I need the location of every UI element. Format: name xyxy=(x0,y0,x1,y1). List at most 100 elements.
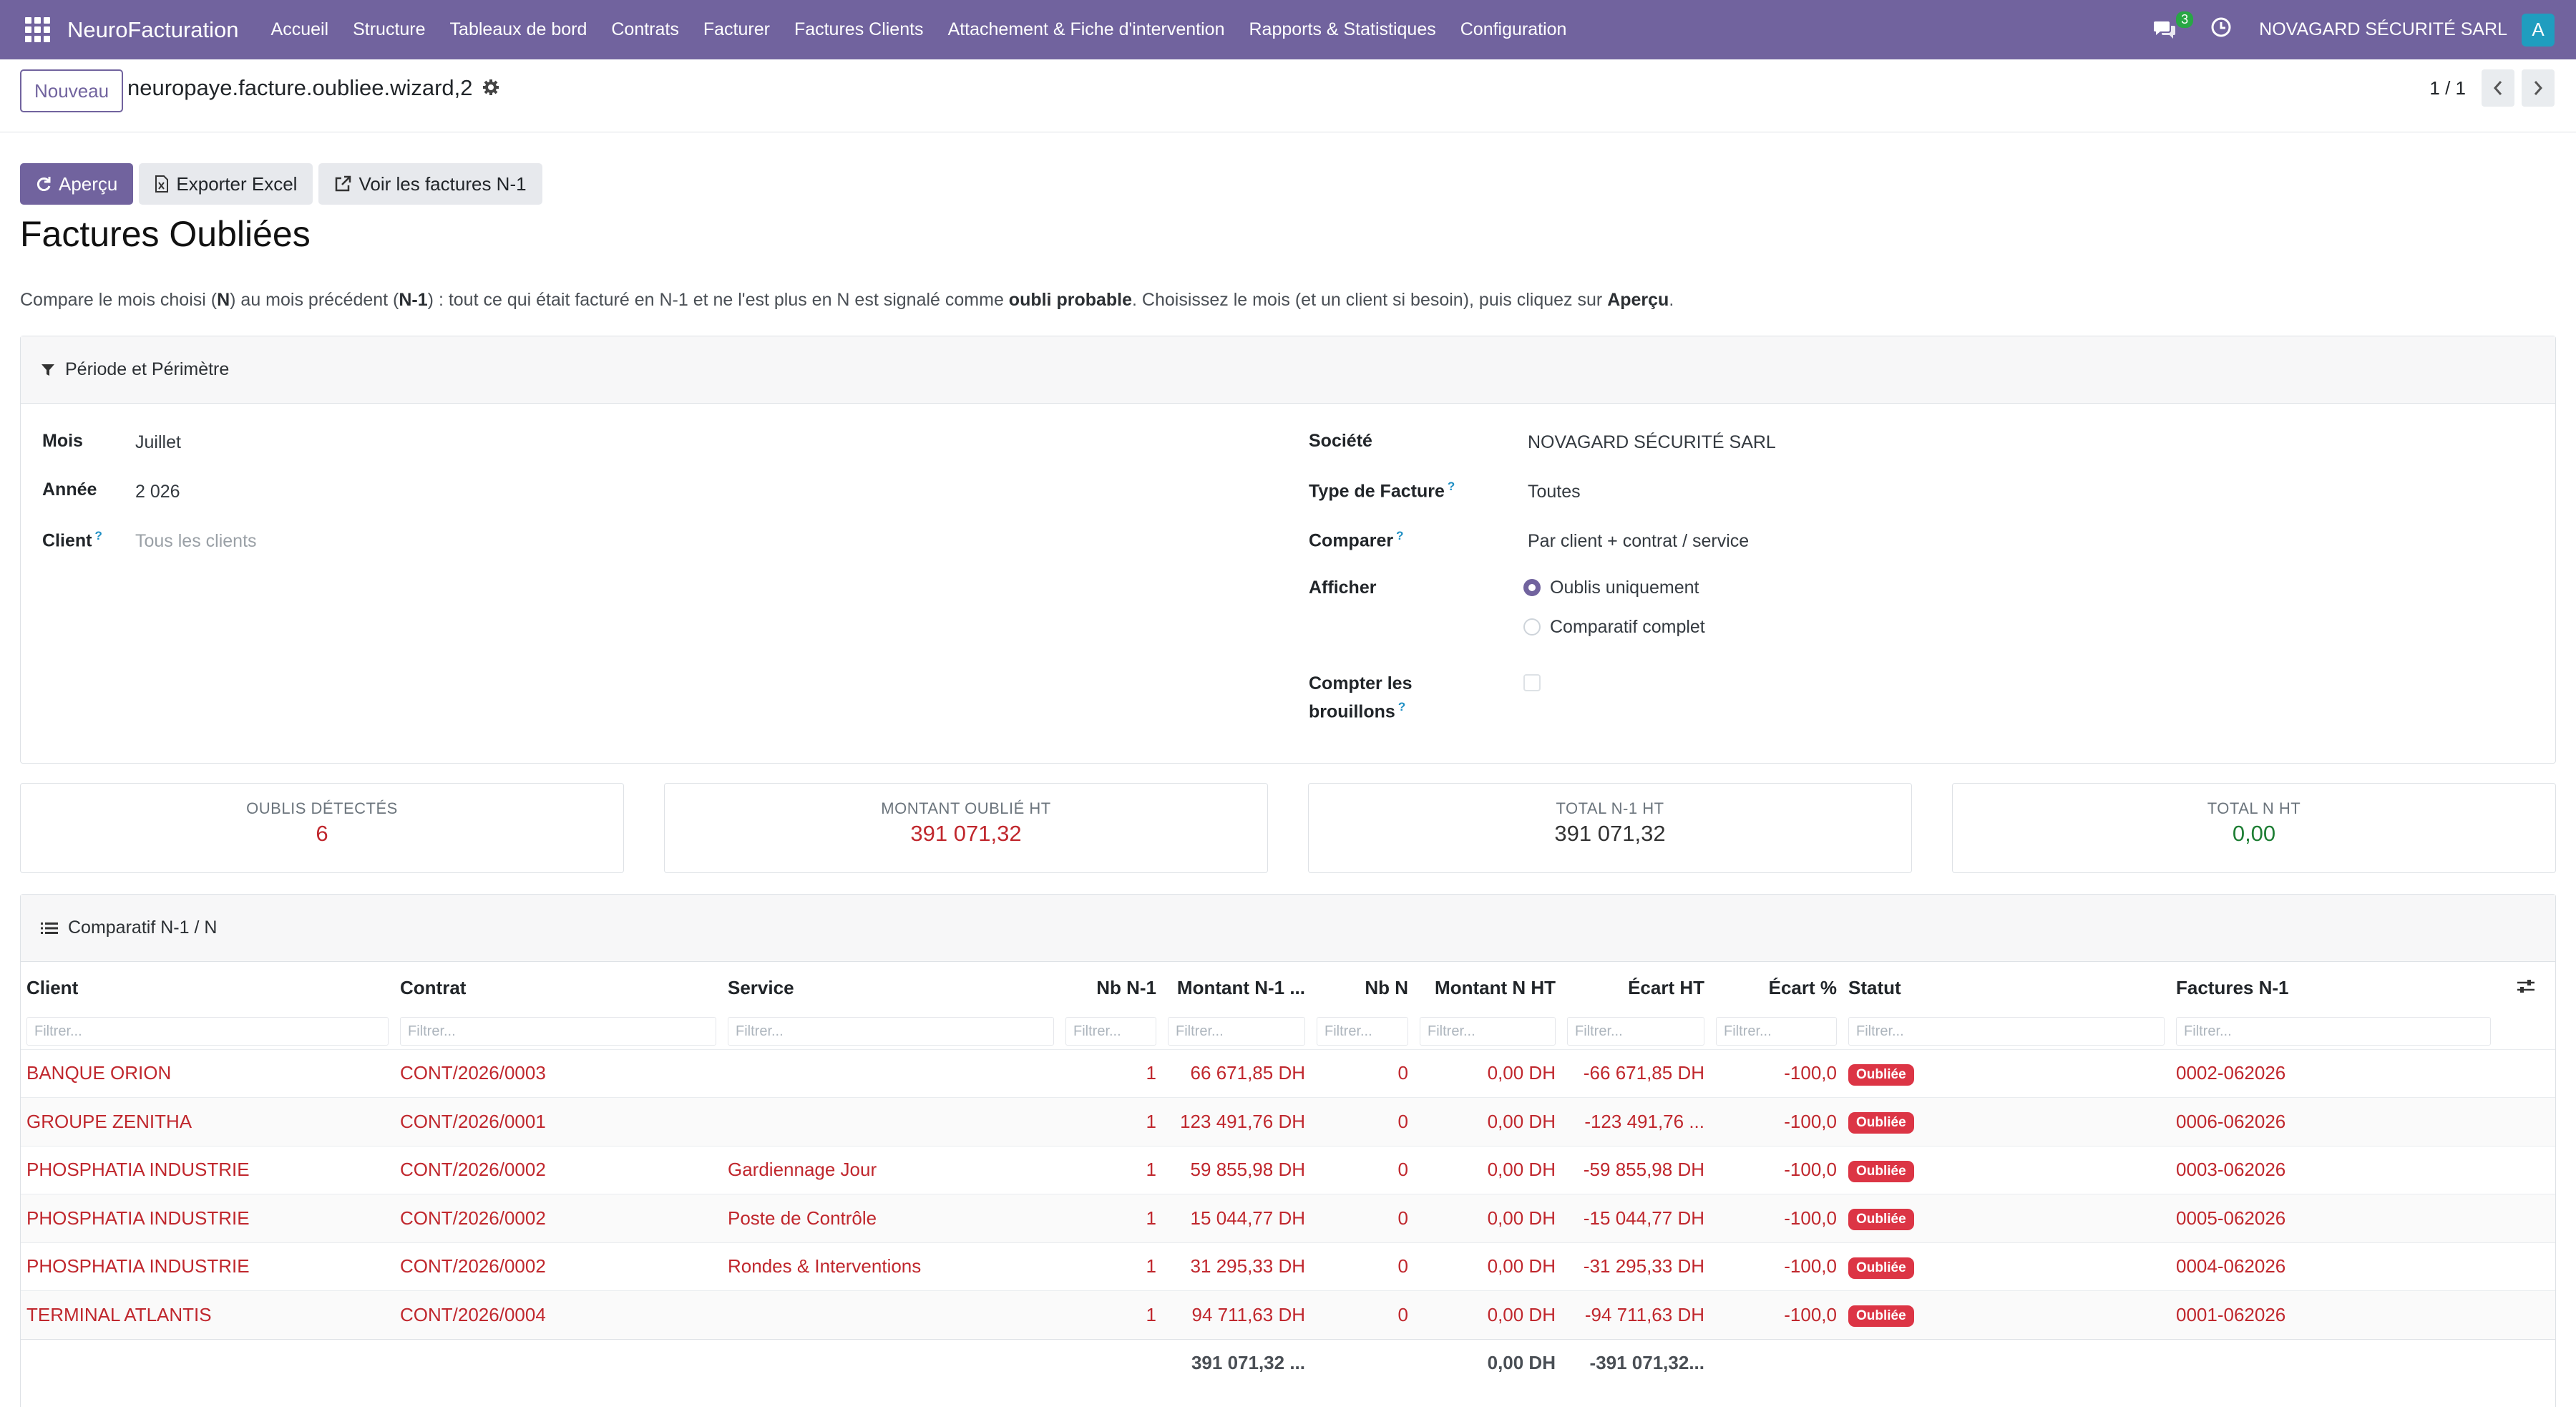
cell-ecart-ht: -123 491,76 ... xyxy=(1561,1097,1710,1146)
column-header-service[interactable]: Service xyxy=(722,962,1060,1013)
cell-factures-n1: 0006-062026 xyxy=(2170,1097,2497,1146)
comparison-title: Comparatif N-1 / N xyxy=(68,917,218,938)
table-row[interactable]: PHOSPHATIA INDUSTRIE CONT/2026/0002 Gard… xyxy=(21,1145,2555,1194)
chat-icon[interactable]: 3 xyxy=(2150,11,2194,44)
export-excel-button[interactable]: Exporter Excel xyxy=(139,163,313,205)
period-scope-header: Période et Périmètre xyxy=(21,336,2555,404)
filter-input-contrat[interactable]: Filtrer... xyxy=(400,1016,716,1046)
help-icon[interactable]: ? xyxy=(94,529,102,542)
table-row[interactable]: PHOSPHATIA INDUSTRIE CONT/2026/0002 Rond… xyxy=(21,1242,2555,1291)
radio-oublis-uniquement[interactable] xyxy=(1523,579,1541,596)
gear-icon[interactable] xyxy=(482,75,499,101)
breadcrumb: neuropaye.facture.oubliee.wizard,2 xyxy=(127,75,499,101)
type-facture-field[interactable]: Toutes xyxy=(1528,482,1581,502)
intro-text-part: Compare le mois choisi ( xyxy=(20,290,218,310)
table-row[interactable]: TERMINAL ATLANTIS CONT/2026/0004 1 94 71… xyxy=(21,1290,2555,1339)
view-n1-invoices-button[interactable]: Voir les factures N-1 xyxy=(318,163,542,205)
column-header-client[interactable]: Client xyxy=(21,962,394,1013)
compter-brouillons-label: Compter les brouillons? xyxy=(1309,673,1412,722)
mois-field[interactable]: Juillet xyxy=(135,432,181,453)
column-header-ecart-ht[interactable]: Écart HT xyxy=(1561,962,1710,1013)
column-header-montant-n[interactable]: Montant N HT xyxy=(1414,962,1561,1013)
menu-item-accueil[interactable]: Accueil xyxy=(259,19,341,40)
menu-item-tableaux-de-bord[interactable]: Tableaux de bord xyxy=(438,19,600,40)
client-label: Client? xyxy=(42,529,102,551)
cell-statut: Oubliée xyxy=(1843,1048,2170,1098)
view-n1-invoices-label: Voir les factures N-1 xyxy=(358,172,527,195)
societe-field[interactable]: NOVAGARD SÉCURITÉ SARL xyxy=(1528,432,1776,453)
filter-input-ecart-pct[interactable]: Filtrer... xyxy=(1716,1016,1837,1046)
menu-item-factures-clients[interactable]: Factures Clients xyxy=(782,19,936,40)
cell-ecart-pct: -100,0 xyxy=(1710,1290,1843,1339)
cell-factures-n1: 0005-062026 xyxy=(2170,1194,2497,1242)
comparison-table: Client Contrat Service Nb N-1 Montant N-… xyxy=(21,962,2555,1386)
cell-contrat: CONT/2026/0002 xyxy=(394,1242,722,1291)
menu-item-facturer[interactable]: Facturer xyxy=(691,19,782,40)
radio-comparatif-complet[interactable] xyxy=(1523,618,1541,636)
kpi-value: 6 xyxy=(316,821,328,846)
column-header-nb-n[interactable]: Nb N xyxy=(1311,962,1414,1013)
compter-brouillons-checkbox[interactable] xyxy=(1523,674,1541,691)
status-badge: Oubliée xyxy=(1848,1257,1914,1279)
table-row[interactable]: BANQUE ORION CONT/2026/0003 1 66 671,85 … xyxy=(21,1048,2555,1098)
table-row[interactable]: PHOSPHATIA INDUSTRIE CONT/2026/0002 Post… xyxy=(21,1194,2555,1242)
user-avatar[interactable]: A xyxy=(2522,13,2555,47)
column-header-ecart-pct[interactable]: Écart % xyxy=(1710,962,1843,1013)
menu-item-rapports[interactable]: Rapports & Statistiques xyxy=(1237,19,1448,40)
pager: 1 / 1 xyxy=(2429,69,2555,107)
mois-label: Mois xyxy=(42,431,83,451)
cell-client: GROUPE ZENITHA xyxy=(21,1097,394,1146)
cell-ecart-pct: -100,0 xyxy=(1710,1242,1843,1291)
preview-button[interactable]: Aperçu xyxy=(20,163,134,205)
filter-icon xyxy=(42,364,54,376)
filter-input-client[interactable]: Filtrer... xyxy=(26,1016,389,1046)
pager-previous-button[interactable] xyxy=(2482,69,2514,107)
client-field[interactable]: Tous les clients xyxy=(135,531,257,552)
cell-ecart-pct: -100,0 xyxy=(1710,1097,1843,1146)
pager-next-button[interactable] xyxy=(2522,69,2555,107)
cell-statut: Oubliée xyxy=(1843,1194,2170,1242)
menu-item-contrats[interactable]: Contrats xyxy=(599,19,691,40)
radio-oublis-uniquement-label[interactable]: Oublis uniquement xyxy=(1550,578,1699,598)
filter-input-nb-n1[interactable]: Filtrer... xyxy=(1065,1016,1156,1046)
new-button[interactable]: Nouveau xyxy=(20,69,124,112)
filter-input-statut[interactable]: Filtrer... xyxy=(1848,1016,2165,1046)
menu-item-attachement[interactable]: Attachement & Fiche d'intervention xyxy=(936,19,1237,40)
navbar-systray: 3 NOVAGARD SÉCURITÉ SARL A xyxy=(2150,0,2555,59)
help-icon[interactable]: ? xyxy=(1448,479,1455,493)
pager-value[interactable]: 1 / 1 xyxy=(2429,77,2466,99)
app-brand[interactable]: NeuroFacturation xyxy=(67,17,239,43)
column-header-nb-n1[interactable]: Nb N-1 xyxy=(1060,962,1162,1013)
table-row[interactable]: GROUPE ZENITHA CONT/2026/0001 1 123 491,… xyxy=(21,1097,2555,1146)
filter-input-montant-n1[interactable]: Filtrer... xyxy=(1168,1016,1305,1046)
cell-nb-n1: 1 xyxy=(1060,1145,1162,1194)
filter-input-service[interactable]: Filtrer... xyxy=(728,1016,1054,1046)
filter-input-ecart-ht[interactable]: Filtrer... xyxy=(1567,1016,1704,1046)
optional-columns-toggle[interactable] xyxy=(2497,962,2555,1013)
filter-input-factures-n1[interactable]: Filtrer... xyxy=(2176,1016,2491,1046)
column-header-factures-n1[interactable]: Factures N-1 xyxy=(2170,962,2497,1013)
kpi-oublis-detectes: OUBLIS DÉTECTÉS 6 xyxy=(20,783,624,873)
help-icon[interactable]: ? xyxy=(1398,700,1405,714)
total-montant-n1: 391 071,32 ... xyxy=(1162,1338,1311,1386)
column-header-montant-n1[interactable]: Montant N-1 ... xyxy=(1162,962,1311,1013)
annee-field[interactable]: 2 026 xyxy=(135,482,180,502)
cell-ecart-pct: -100,0 xyxy=(1710,1048,1843,1098)
clock-icon[interactable] xyxy=(2210,16,2232,43)
comparer-label-text: Comparer xyxy=(1309,530,1394,551)
filter-input-montant-n[interactable]: Filtrer... xyxy=(1420,1016,1556,1046)
comparer-field[interactable]: Par client + contrat / service xyxy=(1528,531,1749,552)
help-icon[interactable]: ? xyxy=(1396,529,1403,542)
filter-input-nb-n[interactable]: Filtrer... xyxy=(1317,1016,1408,1046)
column-header-contrat[interactable]: Contrat xyxy=(394,962,722,1013)
status-badge: Oubliée xyxy=(1848,1209,1914,1231)
company-switcher[interactable]: NOVAGARD SÉCURITÉ SARL xyxy=(2259,19,2507,40)
apps-grid-icon[interactable] xyxy=(21,14,53,46)
table-header-row: Client Contrat Service Nb N-1 Montant N-… xyxy=(21,962,2555,1013)
cell-montant-n: 0,00 DH xyxy=(1414,1194,1561,1242)
menu-item-configuration[interactable]: Configuration xyxy=(1448,19,1579,40)
menu-item-structure[interactable]: Structure xyxy=(341,19,437,40)
intro-text: Compare le mois choisi (N) au mois précé… xyxy=(20,290,1674,311)
column-header-statut[interactable]: Statut xyxy=(1843,962,2170,1013)
radio-comparatif-complet-label[interactable]: Comparatif complet xyxy=(1550,617,1705,638)
